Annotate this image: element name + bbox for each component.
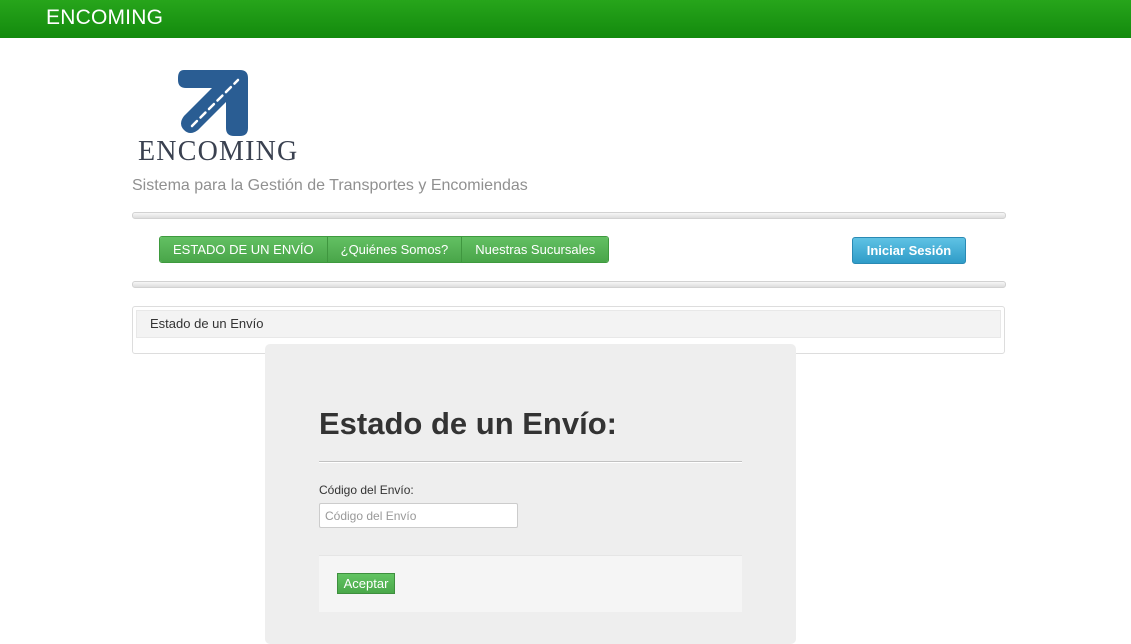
logo-arrow-icon	[178, 70, 248, 136]
tagline: Sistema para la Gestión de Transportes y…	[132, 177, 528, 194]
main-nav: ESTADO DE UN ENVÍO ¿Quiénes Somos? Nuest…	[159, 236, 610, 263]
divider-bottom	[132, 281, 1006, 288]
nav-item-quienes-somos[interactable]: ¿Quiénes Somos?	[326, 237, 462, 262]
form-title: Estado de un Envío:	[319, 406, 617, 441]
top-navbar: ENCOMING	[0, 0, 1131, 38]
code-input[interactable]	[319, 503, 518, 528]
tracking-form-card: Estado de un Envío: Código del Envío: Ac…	[265, 344, 796, 644]
code-label: Código del Envío:	[319, 483, 414, 497]
nav-item-sucursales[interactable]: Nuestras Sucursales	[461, 237, 609, 262]
nav-item-estado-envio[interactable]: ESTADO DE UN ENVÍO	[160, 237, 327, 262]
login-button[interactable]: Iniciar Sesión	[852, 237, 966, 264]
divider-top	[132, 212, 1006, 219]
logo-wordmark: ENCOMING	[138, 136, 299, 167]
form-divider	[319, 461, 742, 463]
form-actions: Aceptar	[319, 555, 742, 612]
brand-link[interactable]: ENCOMING	[46, 6, 163, 30]
panel-heading: Estado de un Envío	[136, 310, 1001, 338]
accept-button[interactable]: Aceptar	[337, 573, 395, 594]
